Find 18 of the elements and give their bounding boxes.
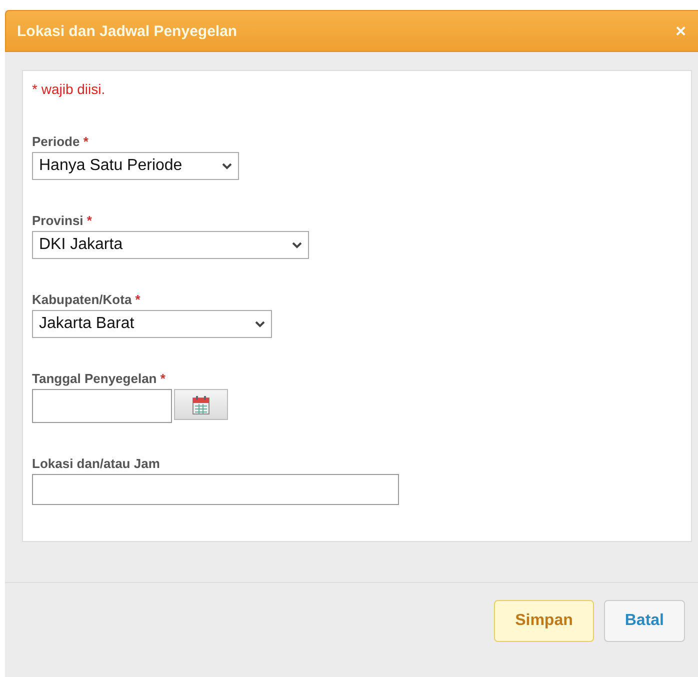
field-label: Tanggal Penyegelan *	[32, 371, 166, 386]
dropdown[interactable]: Hanya Satu Periode	[32, 152, 239, 180]
field-label: Periode *	[32, 134, 90, 149]
dropdown[interactable]: DKI Jakarta	[32, 231, 309, 259]
dialog-title: Lokasi dan Jadwal Penyegelan	[17, 22, 238, 40]
required-note: * wajib diisi.	[32, 81, 106, 97]
chevron-down-icon	[255, 320, 265, 328]
chevron-down-icon	[222, 162, 232, 170]
field-label: Provinsi *	[32, 213, 93, 228]
field-label: Kabupaten/Kota *	[32, 292, 142, 307]
field-label: Lokasi dan/atau Jam	[32, 456, 161, 471]
calendar-button[interactable]	[174, 389, 228, 420]
text-field[interactable]	[32, 474, 399, 505]
chevron-down-icon	[292, 242, 302, 248]
cancel-button[interactable]: Batal	[604, 600, 685, 642]
date-field[interactable]	[32, 389, 172, 423]
calendar-icon	[192, 394, 210, 414]
dropdown[interactable]: Jakarta Barat	[32, 310, 272, 338]
